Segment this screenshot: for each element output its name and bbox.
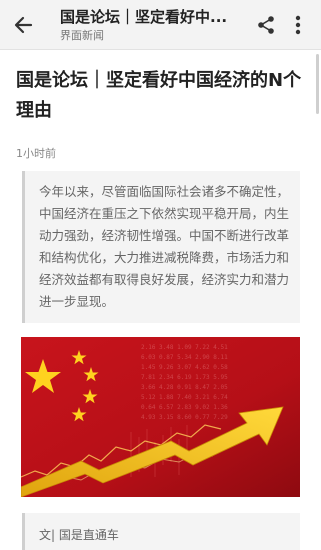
article-summary: 今年以来，尽管面临国际社会诸多不确定性，中国经济在重压之下依然实现平稳开局，内生…: [22, 171, 300, 323]
header-source: 界面新闻: [60, 29, 104, 42]
article-title: 国是论坛｜坚定看好中国经济的N个理由: [16, 70, 302, 121]
svg-text:1.45 9.26 3.07 4.62 0.58: 1.45 9.26 3.07 4.62 0.58: [141, 364, 228, 371]
svg-text:6.03 0.87 5.34 2.90 8.11: 6.03 0.87 5.34 2.90 8.11: [141, 354, 228, 361]
svg-text:5.12 1.88 7.40 3.21 6.74: 5.12 1.88 7.40 3.21 6.74: [141, 394, 228, 401]
more-vertical-icon: [295, 15, 301, 35]
svg-text:7.81 2.34 6.19 1.73 5.95: 7.81 2.34 6.19 1.73 5.95: [141, 374, 228, 381]
svg-text:2.16 3.48 1.09 7.22 4.51: 2.16 3.48 1.09 7.22 4.51: [141, 344, 228, 351]
arrow-left-icon: [14, 16, 33, 34]
more-options-button[interactable]: [289, 13, 307, 37]
article-body: 国是论坛｜坚定看好中国经济的N个理由 1小时前 今年以来，尽管面临国际社会诸多不…: [0, 50, 321, 550]
svg-text:3.66 4.28 0.91 8.47 2.05: 3.66 4.28 0.91 8.47 2.05: [141, 384, 228, 391]
china-economy-illustration: 2.16 3.48 1.09 7.22 4.51 6.03 0.87 5.34 …: [21, 337, 300, 497]
article-timestamp: 1小时前: [16, 147, 56, 160]
header-title: 国是论坛｜坚定看好中...: [60, 8, 228, 26]
header-title-block: 国是论坛｜坚定看好中... 界面新闻: [60, 7, 240, 43]
svg-text:0.64 6.57 2.83 9.02 1.36: 0.64 6.57 2.83 9.02 1.36: [141, 404, 228, 411]
app-bar: 国是论坛｜坚定看好中... 界面新闻: [0, 0, 321, 50]
byline-text: 文| 国是直通车: [39, 528, 119, 542]
article-byline: 文| 国是直通车: [22, 513, 300, 550]
summary-text: 今年以来，尽管面临国际社会诸多不确定性，中国经济在重压之下依然实现平稳开局，内生…: [39, 184, 290, 309]
back-button[interactable]: [10, 12, 36, 38]
share-button[interactable]: [255, 13, 277, 37]
svg-text:4.93 3.15 8.60 0.77 7.29: 4.93 3.15 8.60 0.77 7.29: [141, 414, 228, 421]
share-icon: [258, 16, 274, 34]
hero-image[interactable]: 2.16 3.48 1.09 7.22 4.51 6.03 0.87 5.34 …: [21, 337, 300, 497]
